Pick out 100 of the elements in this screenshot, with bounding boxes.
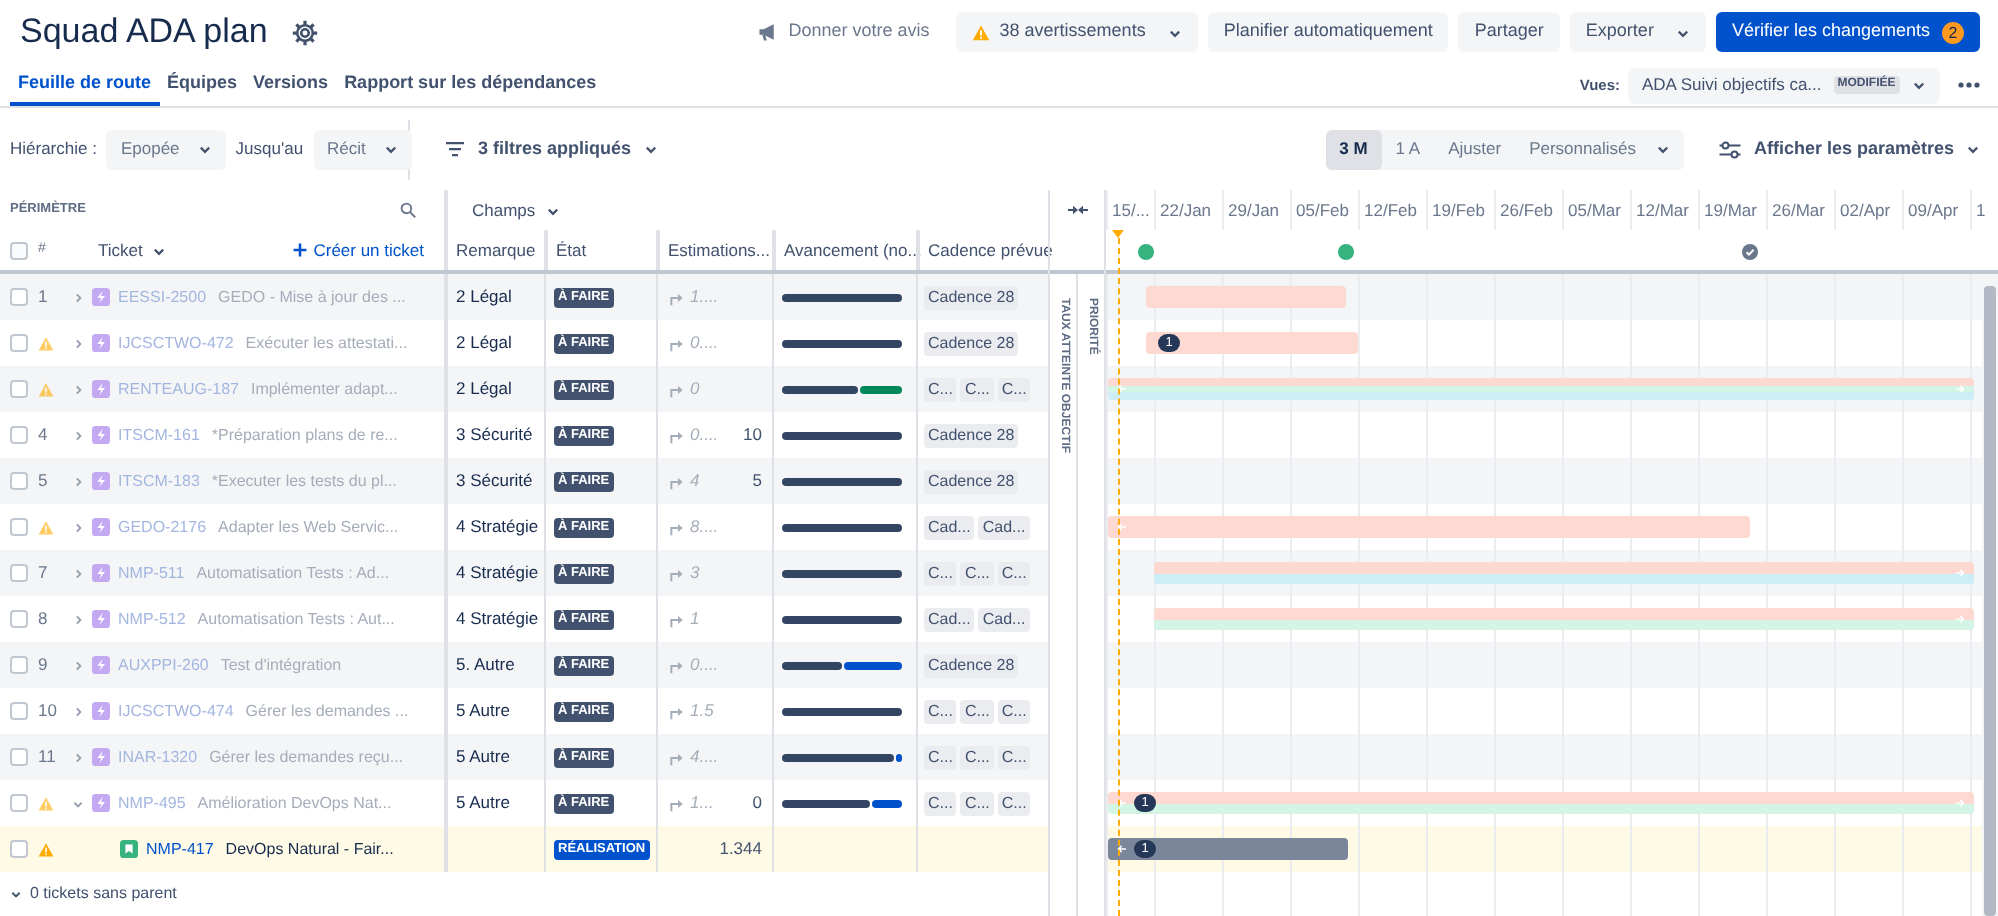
schedule-bar[interactable] xyxy=(1146,332,1358,354)
ticket-title: Automatisation Tests : Aut... xyxy=(197,607,395,631)
estimate-value: 1.344 xyxy=(719,836,762,862)
week-label: 1 xyxy=(1970,190,1998,230)
hierarchy-label: Jusqu'au xyxy=(235,136,304,162)
ticket-title: Adapter les Web Servic... xyxy=(218,515,399,539)
review-changes-button[interactable]: Vérifier les changements 2 xyxy=(1715,12,1980,52)
settings-icon[interactable] xyxy=(291,19,318,45)
range-tab[interactable]: Ajuster xyxy=(1434,129,1516,169)
row-checkbox[interactable] xyxy=(10,564,28,582)
rollup-arrow-icon xyxy=(668,795,684,811)
cadence-tag: C... xyxy=(924,377,957,401)
chevron-right-icon[interactable] xyxy=(72,291,84,303)
arrow-right-icon xyxy=(1954,568,1968,578)
row-checkbox[interactable] xyxy=(10,334,28,352)
chevron-right-icon[interactable] xyxy=(72,521,84,533)
chevron-right-icon[interactable] xyxy=(72,751,84,763)
orphan-tickets-toggle[interactable]: 0 tickets sans parent xyxy=(30,882,177,906)
scrollbar-thumb[interactable] xyxy=(1984,286,1996,916)
chevron-down-icon xyxy=(1675,25,1690,39)
chevron-right-icon[interactable] xyxy=(72,429,84,441)
chevron-down-icon xyxy=(1167,25,1182,39)
create-ticket-button[interactable]: Créer un ticket xyxy=(291,237,424,263)
row-checkbox[interactable] xyxy=(10,840,28,858)
toolbar-button[interactable]: Partager xyxy=(1458,12,1560,52)
week-label: 19/Mar xyxy=(1698,190,1766,230)
display-settings-button[interactable]: Afficher les paramètres xyxy=(1717,129,1980,169)
ticket-title: GEDO - Mise à jour des ... xyxy=(218,285,406,309)
rollup-estimate: 4 xyxy=(690,468,700,494)
row-checkbox[interactable] xyxy=(10,794,28,812)
table-cell: 2 Légal xyxy=(456,284,512,310)
collapse-columns-icon[interactable] xyxy=(1067,204,1087,216)
chevron-right-icon[interactable] xyxy=(72,383,84,395)
hierarchy-dropdown[interactable]: Récit xyxy=(313,129,412,169)
table-cell: 5 Autre xyxy=(456,744,510,770)
row-checkbox[interactable] xyxy=(10,518,28,536)
chevron-right-icon[interactable] xyxy=(72,475,84,487)
row-checkbox[interactable] xyxy=(10,610,28,628)
ticket-sort-button[interactable]: Ticket xyxy=(98,237,167,263)
hierarchy-dropdown[interactable]: Epopée xyxy=(106,129,226,169)
select-all-checkbox[interactable] xyxy=(10,241,28,259)
plus-icon xyxy=(291,242,308,258)
chevron-right-icon[interactable] xyxy=(72,337,84,349)
chevron-right-icon[interactable] xyxy=(72,567,84,579)
progress-bar xyxy=(782,661,902,669)
row-checkbox[interactable] xyxy=(10,426,28,444)
milestone-check-icon[interactable] xyxy=(1742,244,1758,260)
row-checkbox[interactable] xyxy=(10,380,28,398)
range-tab[interactable]: 3 M xyxy=(1325,129,1382,169)
chevron-down-icon xyxy=(643,142,658,156)
ticket-key[interactable]: NMP-417 xyxy=(146,837,214,861)
more-icon[interactable] xyxy=(1958,82,1980,88)
tab[interactable]: Feuille de route xyxy=(10,64,160,106)
rollup-estimate: 1 xyxy=(690,606,700,632)
chevron-right-icon[interactable] xyxy=(72,659,84,671)
warnings-button[interactable]: 38 avertissements xyxy=(955,12,1198,52)
row-number: 10 xyxy=(38,698,57,724)
cadence-tag: Cadence 28 xyxy=(924,469,1019,493)
cadence-tag: C... xyxy=(997,699,1031,723)
search-icon[interactable] xyxy=(400,202,416,218)
warning-icon xyxy=(971,23,990,41)
row-checkbox[interactable] xyxy=(10,748,28,766)
tab[interactable]: Versions xyxy=(245,64,337,106)
row-checkbox[interactable] xyxy=(10,472,28,490)
tab[interactable]: Équipes xyxy=(159,64,246,106)
fields-button[interactable]: Champs xyxy=(472,197,560,223)
table-cell: 3 Sécurité xyxy=(456,468,533,494)
table-cell: 5 Autre xyxy=(456,698,510,724)
toolbar-button[interactable]: Planifier automatiquement xyxy=(1207,12,1449,52)
chevron-right-icon[interactable] xyxy=(72,613,84,625)
rollup-arrow-icon xyxy=(668,381,684,397)
milestone-dot[interactable] xyxy=(1138,244,1154,260)
chevron-down-icon[interactable] xyxy=(10,888,22,900)
row-checkbox[interactable] xyxy=(10,702,28,720)
week-label: 02/Apr xyxy=(1834,190,1902,230)
arrow-right-icon xyxy=(1954,384,1968,394)
toolbar-button[interactable]: Exporter xyxy=(1569,12,1706,52)
table-cell: 4 Stratégie xyxy=(456,606,539,632)
row-checkbox[interactable] xyxy=(10,288,28,306)
feedback-button[interactable]: Donner votre avis xyxy=(742,12,946,52)
cadence-tag: Cadence 28 xyxy=(924,423,1019,447)
chevron-right-icon[interactable] xyxy=(72,705,84,717)
range-tab[interactable]: Personnalisés xyxy=(1515,129,1684,169)
range-tab[interactable]: 1 A xyxy=(1381,129,1435,169)
cadence-tag: C... xyxy=(960,745,994,769)
cadence-tag: Cad... xyxy=(978,515,1030,539)
week-label: 15/... xyxy=(1106,190,1154,230)
filter-icon xyxy=(444,140,466,158)
filter-button[interactable]: 3 filtres appliqués xyxy=(444,129,658,169)
ticket-title: Test d'intégration xyxy=(220,653,342,677)
row-checkbox[interactable] xyxy=(10,656,28,674)
milestone-dot[interactable] xyxy=(1338,244,1354,260)
week-label: 26/Mar xyxy=(1766,190,1834,230)
rollup-estimate: 1... xyxy=(690,790,714,816)
row-number: 9 xyxy=(38,652,48,678)
ticket-title: Gérer les demandes reçu... xyxy=(209,745,404,769)
arrow-left-icon xyxy=(1114,522,1128,532)
table-cell: 5 Autre xyxy=(456,790,510,816)
tab[interactable]: Rapport sur les dépendances xyxy=(336,64,605,106)
progress-bar xyxy=(782,477,902,485)
